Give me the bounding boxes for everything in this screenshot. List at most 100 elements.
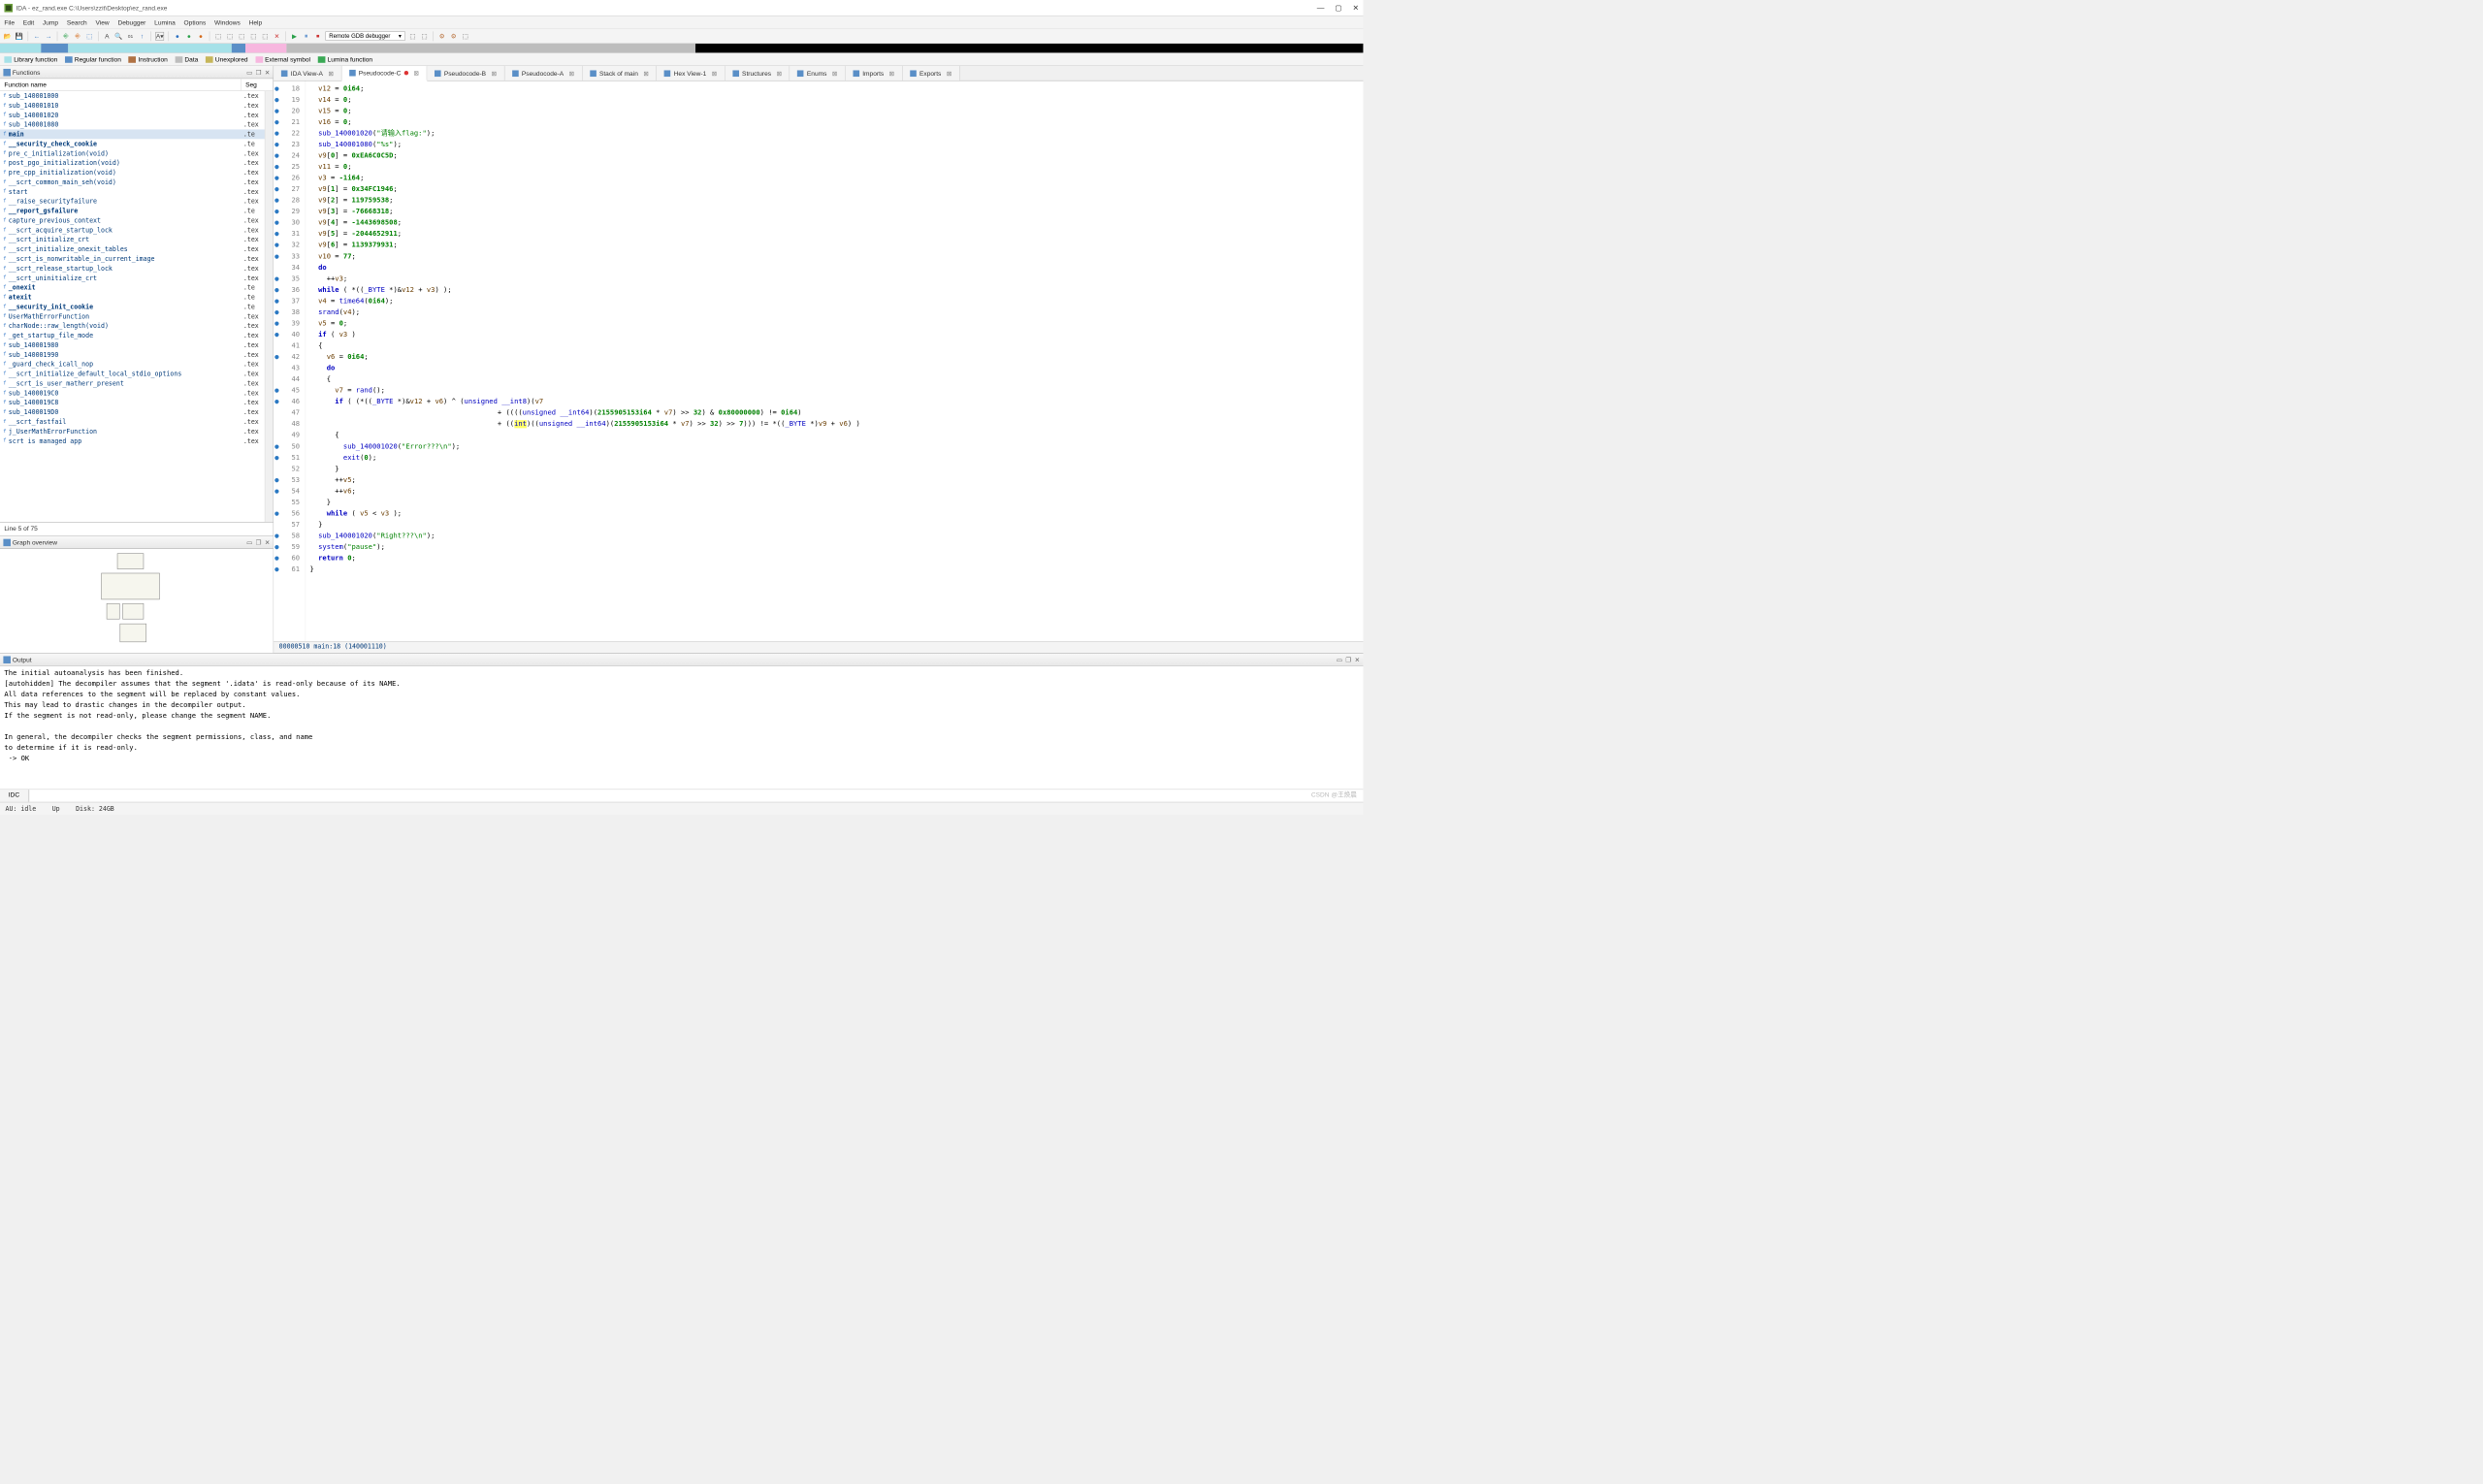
function-row[interactable]: f__security_check_cookie.te	[0, 139, 274, 148]
dot-blue-icon[interactable]: ●	[173, 32, 181, 41]
tool-icon[interactable]: ⚙	[437, 32, 446, 41]
function-row[interactable]: fpre_cpp_initialization(void).tex	[0, 168, 274, 177]
tab-pseudocode-a[interactable]: Pseudocode-A⊠	[504, 66, 582, 81]
menu-lumina[interactable]: Lumina	[154, 18, 176, 26]
function-row[interactable]: f__security_init_cookie.te	[0, 302, 274, 311]
function-row[interactable]: fsub_140001010.tex	[0, 101, 274, 111]
function-row[interactable]: f__scrt_uninitialize_crt.tex	[0, 274, 274, 283]
function-row[interactable]: fstart.tex	[0, 187, 274, 197]
menu-edit[interactable]: Edit	[23, 18, 34, 26]
functions-list[interactable]: fsub_140001000.texfsub_140001010.texfsub…	[0, 91, 274, 522]
run-icon[interactable]: ▶	[290, 32, 299, 41]
save-icon[interactable]: 💾	[15, 32, 23, 41]
search-icon[interactable]: 🔍	[114, 32, 123, 41]
function-row[interactable]: fsub_1400019C8.tex	[0, 398, 274, 407]
function-row[interactable]: f_guard_check_icall_nop.tex	[0, 360, 274, 370]
function-row[interactable]: f__report_gsfailure.te	[0, 206, 274, 215]
function-row[interactable]: f_get_startup_file_mode.tex	[0, 331, 274, 340]
function-row[interactable]: f__raise_securityfailure.tex	[0, 197, 274, 207]
function-row[interactable]: f__scrt_fastfail.tex	[0, 417, 274, 427]
tool-icon[interactable]: ⬚	[408, 32, 417, 41]
nav-band[interactable]	[0, 44, 1363, 53]
close-button[interactable]: ✕	[1353, 3, 1359, 12]
function-row[interactable]: fcharNode::raw_length(void).tex	[0, 321, 274, 331]
cancel-icon[interactable]: ✕	[273, 32, 281, 41]
col-seg[interactable]: Seg	[242, 79, 274, 90]
menu-windows[interactable]: Windows	[214, 18, 241, 26]
panel-restore-icon[interactable]: ❐	[256, 538, 262, 546]
panel-restore-icon[interactable]: ❐	[256, 69, 262, 77]
tool-icon[interactable]: ⬚	[238, 32, 246, 41]
code-view[interactable]: 1819202122232425262728293031323334353637…	[274, 81, 1363, 641]
tool-icon[interactable]: ⬚	[85, 32, 94, 41]
nav-up-icon[interactable]: ↑	[138, 32, 146, 41]
combo-icon[interactable]: A▾	[155, 32, 164, 41]
panel-float-icon[interactable]: ▭	[246, 69, 252, 77]
tab-stack-of-main[interactable]: Stack of main⊠	[582, 66, 657, 81]
function-row[interactable]: f__scrt_release_startup_lock.tex	[0, 264, 274, 274]
panel-float-icon[interactable]: ▭	[246, 538, 252, 546]
function-row[interactable]: fUserMathErrorFunction.tex	[0, 311, 274, 321]
function-row[interactable]: f__scrt_acquire_startup_lock.tex	[0, 225, 274, 235]
tab-imports[interactable]: Imports⊠	[846, 66, 903, 81]
menu-options[interactable]: Options	[184, 18, 207, 26]
panel-float-icon[interactable]: ▭	[1337, 656, 1342, 663]
panel-close-icon[interactable]: ✕	[265, 69, 271, 77]
dot-orange-icon[interactable]: ●	[197, 32, 206, 41]
tab-pseudocode-b[interactable]: Pseudocode-B⊠	[427, 66, 504, 81]
stop-icon[interactable]: ⏹	[313, 32, 322, 41]
code-body[interactable]: v12 = 0i64; v14 = 0; v15 = 0; v16 = 0; s…	[306, 81, 1363, 641]
function-row[interactable]: fcapture_previous_context.tex	[0, 215, 274, 225]
menu-debugger[interactable]: Debugger	[117, 18, 145, 26]
function-row[interactable]: fsub_140001020.tex	[0, 111, 274, 120]
function-row[interactable]: fsub_140001080.tex	[0, 120, 274, 130]
debugger-combo[interactable]: Remote GDB debugger▾	[325, 31, 404, 40]
open-icon[interactable]: 📂	[3, 32, 12, 41]
function-row[interactable]: f__scrt_initialize_onexit_tables.tex	[0, 244, 274, 254]
text-icon[interactable]: A	[103, 32, 112, 41]
function-row[interactable]: f__scrt_is_nonwritable_in_current_image.…	[0, 254, 274, 264]
tab-exports[interactable]: Exports⊠	[902, 66, 959, 81]
menu-jump[interactable]: Jump	[43, 18, 58, 26]
tool-icon[interactable]: ⬚	[249, 32, 258, 41]
function-row[interactable]: fpre_c_initialization(void).tex	[0, 148, 274, 158]
menu-view[interactable]: View	[95, 18, 109, 26]
menu-help[interactable]: Help	[249, 18, 263, 26]
function-row[interactable]: fscrt is managed app.tex	[0, 436, 274, 446]
function-row[interactable]: fsub_140001980.tex	[0, 340, 274, 350]
panel-close-icon[interactable]: ✕	[1355, 656, 1361, 663]
minimize-button[interactable]: —	[1317, 3, 1325, 12]
forward-icon[interactable]: →	[45, 32, 53, 41]
binary-icon[interactable]: 01	[126, 32, 135, 41]
functions-columns[interactable]: Function name Seg	[0, 79, 274, 91]
tab-enums[interactable]: Enums⊠	[790, 66, 845, 81]
function-row[interactable]: fj_UserMathErrorFunction.tex	[0, 427, 274, 436]
panel-restore-icon[interactable]: ❐	[1345, 656, 1351, 663]
function-row[interactable]: f_onexit.te	[0, 283, 274, 293]
graph-overview[interactable]	[0, 549, 274, 653]
function-row[interactable]: fatexit.te	[0, 292, 274, 302]
function-row[interactable]: fsub_1400019C0.tex	[0, 388, 274, 398]
dot-green-icon[interactable]: ●	[185, 32, 194, 41]
function-row[interactable]: f__scrt_is_user_matherr_present.tex	[0, 378, 274, 388]
tab-structures[interactable]: Structures⊠	[725, 66, 790, 81]
menu-file[interactable]: File	[4, 18, 15, 26]
tool-icon[interactable]: ⬚	[214, 32, 223, 41]
panel-close-icon[interactable]: ✕	[265, 538, 271, 546]
function-row[interactable]: fpost_pgo_initialization(void).tex	[0, 158, 274, 168]
line-gutter[interactable]: 1819202122232425262728293031323334353637…	[274, 81, 306, 641]
back-icon[interactable]: ←	[32, 32, 41, 41]
tab-pseudocode-c[interactable]: Pseudocode-C⊠	[341, 66, 427, 81]
tool-icon[interactable]: ⬚	[261, 32, 270, 41]
scrollbar[interactable]	[265, 91, 274, 522]
function-row[interactable]: fsub_1400019D0.tex	[0, 407, 274, 417]
idc-input[interactable]	[28, 790, 1363, 802]
function-row[interactable]: fmain.te	[0, 129, 274, 139]
tab-hex-view-1[interactable]: Hex View-1⊠	[657, 66, 725, 81]
tool-icon[interactable]: ⎆	[62, 32, 71, 41]
col-name[interactable]: Function name	[0, 79, 242, 90]
function-row[interactable]: f__scrt_initialize_default_local_stdio_o…	[0, 369, 274, 378]
output-body[interactable]: The initial autoanalysis has been finish…	[0, 666, 1363, 790]
function-row[interactable]: f__scrt_common_main_seh(void).tex	[0, 177, 274, 187]
tab-ida-view-a[interactable]: IDA View-A⊠	[274, 66, 341, 81]
